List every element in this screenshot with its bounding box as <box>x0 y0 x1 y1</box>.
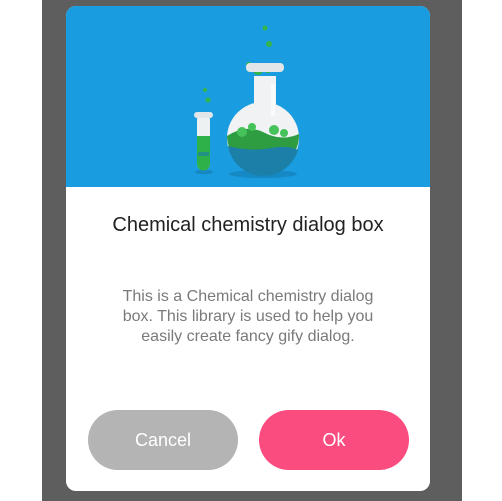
chemistry-flask-icon <box>194 25 300 178</box>
dialog-title: Chemical chemistry dialog box <box>112 214 384 236</box>
bubble-icon <box>266 41 272 47</box>
dialog-message: This is a Chemical chemistry dialog box.… <box>122 288 374 345</box>
cancel-button[interactable]: Cancel <box>88 410 238 470</box>
bubble-icon <box>262 25 268 31</box>
bubble-icon <box>203 88 207 92</box>
bubble-icon <box>205 97 211 103</box>
dialog: Chemical chemistry dialog box This is a … <box>66 6 430 491</box>
ok-button[interactable]: Ok <box>259 410 409 470</box>
dialog-header-image <box>66 6 430 187</box>
